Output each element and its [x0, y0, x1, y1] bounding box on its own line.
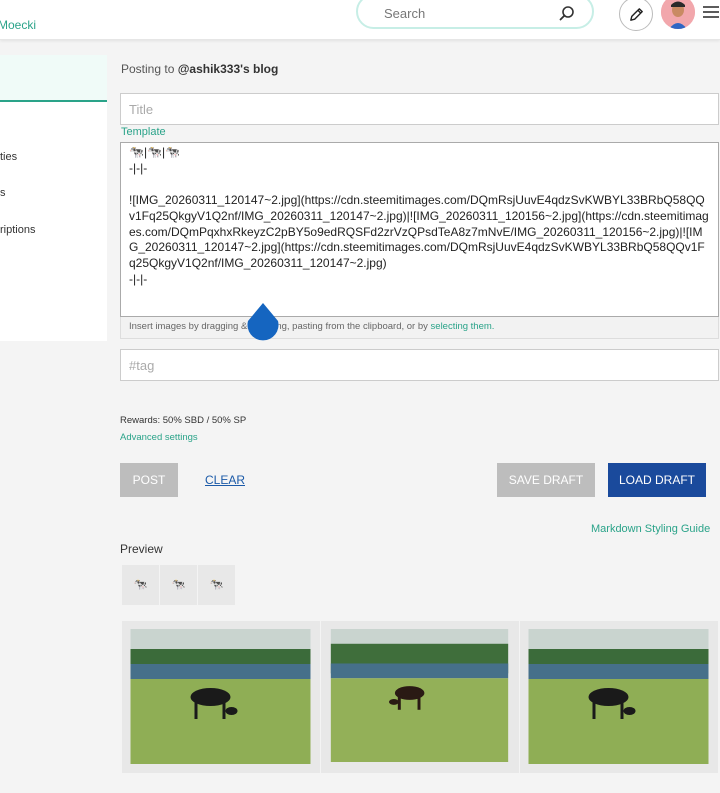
markdown-guide-link[interactable]: Markdown Styling Guide [591, 523, 710, 535]
preview-header-cell: 🐄 [198, 565, 235, 605]
search-input[interactable] [384, 4, 554, 22]
post-button[interactable]: POST [120, 463, 178, 497]
select-images-link[interactable]: selecting them. [431, 321, 495, 332]
preview-header-cell: 🐄 [160, 565, 197, 605]
new-post-button[interactable] [619, 0, 653, 31]
cow-photo [130, 629, 311, 764]
left-sidebar: ties s riptions [0, 55, 107, 341]
sidebar-item-active[interactable] [0, 55, 107, 102]
sidebar-item-communities[interactable]: ties [0, 151, 17, 163]
avatar-image [661, 0, 695, 29]
image-dropzone-hint: Insert images by dragging & dropping, pa… [120, 317, 719, 339]
post-body-textarea[interactable] [120, 142, 719, 317]
posting-prefix: Posting to [121, 62, 175, 76]
sidebar-item-subscriptions[interactable]: riptions [0, 224, 35, 236]
rewards-text: Rewards: 50% SBD / 50% SP [120, 415, 247, 426]
advanced-settings-link[interactable]: Advanced settings [120, 432, 198, 443]
cow-photo [528, 629, 709, 764]
preview-header-cell: 🐄 [122, 565, 159, 605]
search-icon[interactable] [558, 4, 576, 22]
pencil-icon [630, 8, 643, 21]
drag-handle-icon[interactable] [243, 302, 283, 350]
sidebar-item-tags[interactable]: s [0, 187, 6, 199]
search-box[interactable] [356, 0, 594, 29]
user-avatar[interactable] [661, 0, 695, 29]
posting-to-label: Posting to @ashik333's blog [121, 62, 278, 76]
header-username[interactable]: Moecki [0, 18, 36, 32]
preview-image-cell [520, 621, 718, 773]
save-draft-button[interactable]: SAVE DRAFT [497, 463, 595, 497]
title-input[interactable] [120, 93, 719, 125]
top-header: Moecki [0, 0, 720, 40]
load-draft-button[interactable]: LOAD DRAFT [608, 463, 706, 497]
preview-heading: Preview [120, 542, 163, 556]
preview-image-cell [321, 621, 519, 773]
posting-blog-name: @ashik333's blog [177, 62, 279, 76]
clear-button[interactable]: CLEAR [200, 463, 250, 497]
tag-input[interactable] [120, 349, 719, 381]
cow-photo [330, 629, 509, 762]
hamburger-menu-icon[interactable] [702, 3, 720, 21]
template-link[interactable]: Template [121, 126, 166, 138]
preview-image-cell [122, 621, 320, 773]
